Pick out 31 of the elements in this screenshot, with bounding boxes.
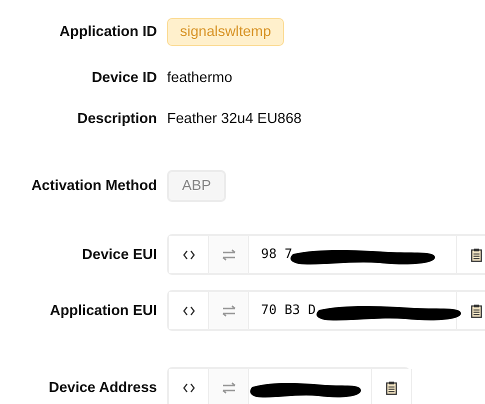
format-toggle-button[interactable] bbox=[169, 369, 209, 404]
field-label: Application EUI bbox=[48, 302, 158, 318]
hex-value: 70 B3 D bbox=[261, 303, 316, 318]
field-value: feathermo bbox=[167, 70, 232, 86]
hex-value: 98 7 bbox=[261, 247, 292, 262]
field-label: Activation Method bbox=[30, 178, 158, 194]
byte-order-button[interactable] bbox=[209, 236, 249, 273]
field-value: Feather 32u4 EU868 bbox=[167, 110, 302, 126]
field-label: Device ID bbox=[90, 70, 158, 86]
format-toggle-button[interactable] bbox=[169, 236, 209, 273]
clipboard-icon bbox=[471, 248, 482, 262]
field-label: Device Address bbox=[48, 380, 158, 396]
code-icon bbox=[182, 306, 194, 316]
application-id-badge: signalswltemp bbox=[167, 18, 284, 46]
activation-method-chip: ABP bbox=[167, 170, 226, 202]
field-label: Description bbox=[76, 110, 158, 126]
code-icon bbox=[182, 250, 194, 260]
clipboard-icon bbox=[386, 380, 397, 394]
hex-field[interactable]: 70 B3 D bbox=[167, 290, 485, 331]
field-label: Device EUI bbox=[81, 246, 158, 262]
code-icon bbox=[182, 382, 194, 392]
clipboard-icon bbox=[471, 304, 482, 318]
hex-field[interactable]: 98 7 bbox=[167, 234, 485, 275]
byte-order-button[interactable] bbox=[209, 369, 249, 404]
swap-icon bbox=[222, 248, 236, 260]
swap-icon bbox=[222, 304, 236, 316]
field-label: Application ID bbox=[58, 24, 158, 40]
swap-icon bbox=[222, 382, 236, 394]
hex-field[interactable] bbox=[167, 367, 410, 404]
byte-order-button[interactable] bbox=[209, 292, 249, 329]
format-toggle-button[interactable] bbox=[169, 292, 209, 329]
